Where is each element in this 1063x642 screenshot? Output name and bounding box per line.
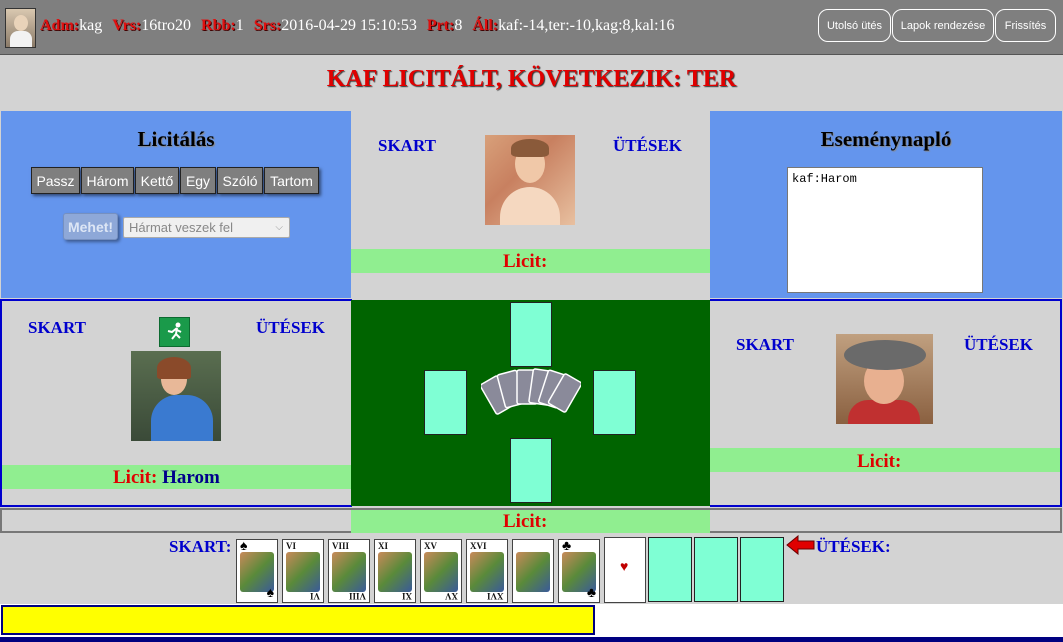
status-key-prt: Prt: (426, 17, 455, 34)
status-key-adm: Adm: (40, 17, 80, 34)
hand-card-2[interactable]: VI VI (282, 539, 324, 603)
top-player-photo (485, 135, 575, 225)
top-licit: Licit: (503, 251, 547, 273)
bidding-panel: Licitálás (1, 111, 351, 298)
bid-solo-button[interactable]: Szóló (217, 167, 263, 194)
hand-empty-slot-2 (694, 537, 738, 602)
bid-pass-button[interactable]: Passz (31, 167, 80, 194)
top-licit-label: Licit: (503, 251, 548, 272)
status-key-srs: Srs: (253, 17, 282, 34)
hand-card-7[interactable] (512, 539, 554, 603)
left-skart-label: SKART (28, 318, 86, 337)
play-table (351, 300, 710, 506)
left-licit-value: Harom (162, 467, 220, 488)
bottom-licit-label: Licit: (503, 511, 548, 532)
talon-select[interactable]: Hármat veszek fel ⌵ (123, 217, 290, 238)
bid-one-button[interactable]: Egy (180, 167, 216, 194)
status-key-all: Áll: (472, 17, 499, 34)
status-bar: Adm:kag Vrs:16tro20 Rbb:1 Srs:2016-04-29… (0, 0, 1063, 55)
avatar (5, 8, 36, 48)
turn-timer-fill (1, 605, 595, 635)
hand-card-9[interactable]: ♥ (604, 537, 646, 603)
status-val-srs: 2016-04-29 15:10:53 (281, 17, 417, 34)
game-headline: KAF LICITÁLT, KÖVETKEZIK: TER (326, 66, 737, 92)
top-skart-label: SKART (378, 136, 436, 155)
hand-empty-slot-1 (648, 537, 692, 602)
refresh-button[interactable]: Frissítés (995, 9, 1056, 42)
eventlog-textarea[interactable]: kaf:Harom (787, 167, 983, 293)
bid-two-button[interactable]: Kettő (135, 167, 179, 194)
status-line: Adm:kag Vrs:16tro20 Rbb:1 Srs:2016-04-29… (40, 17, 681, 35)
go-button[interactable]: Mehet! (63, 213, 118, 240)
left-player-photo (131, 351, 221, 441)
hand-card-5[interactable]: XV XV (420, 539, 462, 603)
hand-card-8[interactable]: ♣ ♣ (558, 539, 600, 603)
right-utesek-label: ÜTÉSEK (964, 335, 1033, 354)
table-slot-left (424, 370, 467, 435)
hand-card-6[interactable]: XVI XVI (466, 539, 508, 603)
last-trick-button[interactable]: Utolsó ütés (818, 9, 891, 42)
hand-utesek-label: ÜTÉSEK: (816, 537, 891, 556)
exit-icon[interactable] (159, 317, 190, 347)
bid-hold-button[interactable]: Tartom (264, 167, 319, 194)
talon-select-value: Hármat veszek fel (129, 220, 234, 235)
table-slot-bottom (510, 438, 552, 503)
talon-cards-icon (481, 368, 581, 415)
status-val-vrs: 16tro20 (141, 17, 192, 34)
bottom-licit: Licit: (503, 511, 547, 533)
table-slot-top (510, 302, 552, 367)
eventlog-title: Eseménynapló (820, 127, 952, 151)
right-skart-label: SKART (736, 335, 794, 354)
status-val-prt: 8 (454, 17, 463, 34)
left-utesek-label: ÜTÉSEK (256, 318, 325, 337)
hand-card-4[interactable]: XI XI (374, 539, 416, 603)
bid-three-button[interactable]: Három (81, 167, 134, 194)
table-slot-right (593, 370, 636, 435)
left-licit-label: Licit: (113, 467, 158, 488)
hand-empty-slot-3 (740, 537, 784, 602)
status-val-adm: kag (79, 17, 103, 34)
status-key-rbb: Rbb: (201, 17, 236, 34)
right-licit-label: Licit: (857, 451, 902, 472)
chevron-down-icon: ⌵ (275, 222, 283, 233)
right-player-photo (836, 334, 933, 424)
status-val-rbb: 1 (235, 17, 244, 34)
top-utesek-label: ÜTÉSEK (613, 136, 682, 155)
status-val-all: kaf:-14,ter:-10,kag:8,kal:16 (498, 17, 675, 34)
bidding-title: Licitálás (137, 127, 215, 151)
hand-card-3[interactable]: VIII VIII (328, 539, 370, 603)
status-key-vrs: Vrs: (112, 17, 142, 34)
sort-cards-button[interactable]: Lapok rendezése (892, 9, 994, 42)
turn-arrow-icon (786, 535, 815, 555)
turn-timer-bar (0, 604, 1063, 642)
right-licit: Licit: (857, 451, 901, 473)
left-licit: Licit: Harom (113, 467, 220, 489)
hand-card-1[interactable]: ♠ ♠ (236, 539, 278, 603)
hand-skart-label: SKART: (169, 537, 232, 556)
